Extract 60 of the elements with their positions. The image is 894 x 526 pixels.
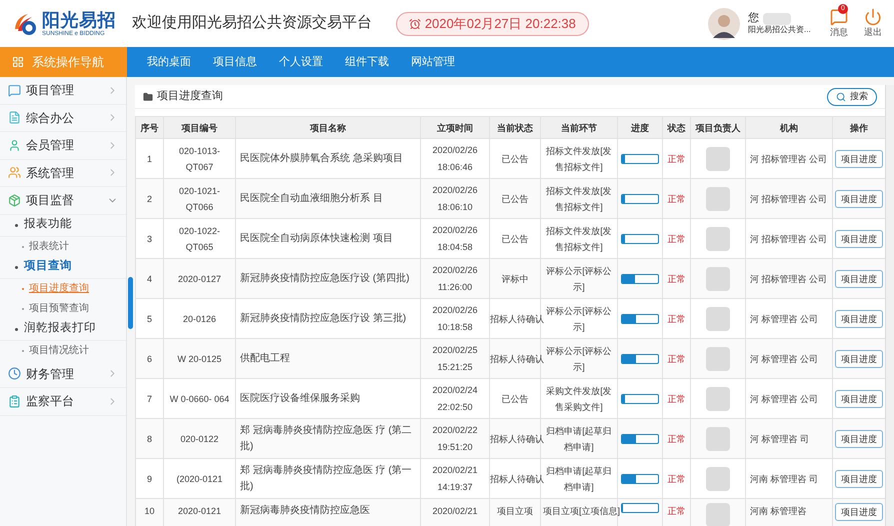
logo-name: 阳光易招: [42, 10, 116, 28]
collapse-handle[interactable]: [128, 277, 133, 329]
menu-item[interactable]: 会员管理: [0, 132, 126, 160]
redacted-block: [706, 306, 730, 330]
platform-title: 欢迎使用阳光易招公共资源交易平台: [132, 13, 372, 34]
progress-button[interactable]: 项目进度: [835, 470, 883, 488]
redacted-block: [706, 386, 730, 410]
nav-link[interactable]: 组件下载: [334, 54, 400, 70]
redacted-block: [706, 503, 730, 526]
logout-button[interactable]: 退出: [864, 8, 882, 40]
submenu-item[interactable]: 项目预警查询: [0, 298, 126, 318]
panel-title: 项目进度查询: [157, 88, 223, 104]
grid-icon: [12, 56, 24, 68]
progress-button[interactable]: 项目进度: [835, 310, 883, 328]
progress-button[interactable]: 项目进度: [835, 430, 883, 448]
redacted-name: [763, 12, 791, 24]
nav-link[interactable]: 项目信息: [202, 54, 268, 70]
redacted-block: [706, 266, 730, 290]
redacted-block: [706, 426, 730, 450]
menu-item[interactable]: 系统管理: [0, 160, 126, 187]
clock-icon: [408, 18, 421, 30]
redacted-block: [706, 346, 730, 370]
menu-item[interactable]: 财务管理: [0, 360, 126, 388]
nav-link[interactable]: 网站管理: [400, 54, 466, 70]
power-icon: [864, 8, 882, 26]
table-cell: 10: [136, 498, 164, 526]
progress-button[interactable]: 项目进度: [835, 270, 883, 288]
progress-button[interactable]: 项目进度: [835, 230, 883, 248]
column-header: 项目名称: [236, 116, 420, 138]
submenu-item[interactable]: 报表统计: [0, 236, 126, 256]
table-cell: 项目立项[立项信息]: [540, 498, 618, 526]
menu-group[interactable]: 报表功能: [0, 214, 126, 236]
user-greeting: 您: [748, 12, 759, 26]
folder-icon: [143, 92, 153, 102]
search-icon: [836, 92, 846, 102]
progress-button[interactable]: 项目进度: [835, 190, 883, 208]
navigation-title: 系统操作导航: [32, 54, 104, 71]
avatar: [708, 8, 740, 40]
datetime-text: 2020年02月27日 20:22:38: [424, 14, 576, 33]
redacted-block: [706, 226, 730, 250]
redacted-block: [706, 146, 730, 170]
scrollbar[interactable]: [885, 85, 894, 526]
menu-item[interactable]: 监察平台: [0, 388, 126, 416]
nav-link[interactable]: 个人设置: [268, 54, 334, 70]
progress-button[interactable]: 项目进度: [835, 150, 883, 168]
redacted-block: [706, 186, 730, 210]
menu-item[interactable]: 综合办公: [0, 104, 126, 132]
menu-item[interactable]: 项目管理: [0, 77, 126, 104]
search-button[interactable]: 搜索: [827, 88, 877, 106]
redacted-block: [706, 466, 730, 490]
menu-group[interactable]: 项目查询: [0, 256, 126, 278]
nav-link[interactable]: 我的桌面: [136, 54, 202, 70]
progress-button[interactable]: 项目进度: [835, 503, 883, 521]
progress-button[interactable]: 项目进度: [835, 350, 883, 368]
menu-item[interactable]: 项目监督: [0, 187, 126, 214]
progress-button[interactable]: 项目进度: [835, 390, 883, 408]
menu-group[interactable]: 润乾报表打印: [0, 318, 126, 340]
user-organization: 阳光易招公共资...: [748, 25, 812, 36]
submenu-item[interactable]: 项目情况统计: [0, 340, 126, 360]
column-header: 序号: [136, 116, 164, 138]
